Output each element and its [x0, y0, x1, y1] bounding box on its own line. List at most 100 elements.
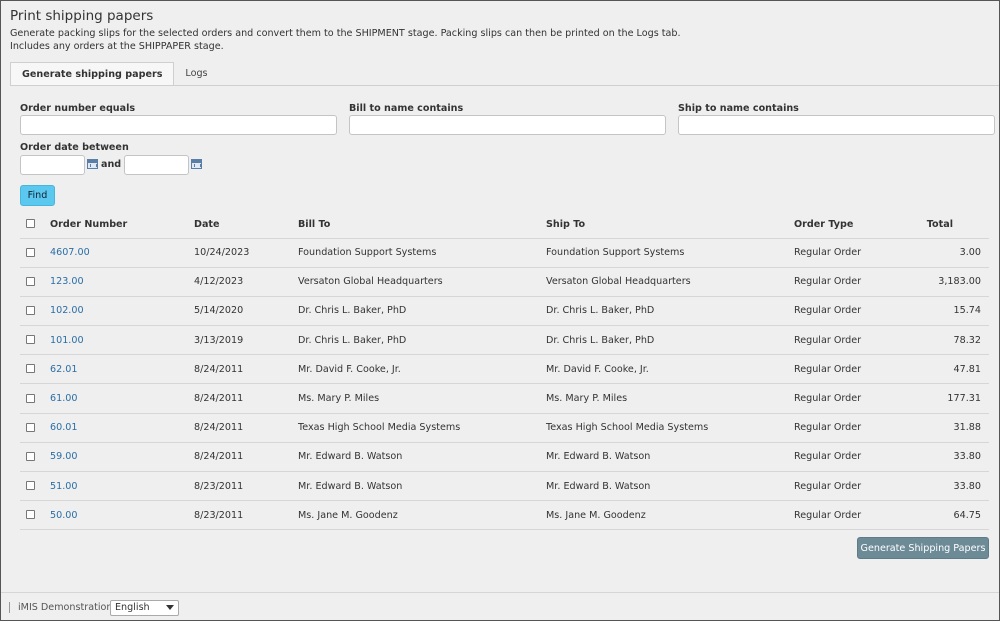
ship-to-name: Ms. Jane M. Goodenz — [546, 500, 794, 531]
row-checkbox[interactable] — [26, 305, 35, 315]
order-date-label: Order date between — [20, 142, 129, 153]
page-description: Generate packing slips for the selected … — [10, 27, 710, 53]
order-type: Regular Order — [794, 325, 924, 355]
bill-to-input[interactable] — [349, 115, 666, 135]
bill-to-name: Mr. Edward B. Watson — [298, 470, 546, 501]
bill-to-name: Dr. Chris L. Baker, PhD — [298, 295, 546, 326]
column-header[interactable]: Total — [924, 211, 989, 238]
row-checkbox[interactable] — [26, 422, 35, 432]
bill-to-name: Ms. Jane M. Goodenz — [298, 500, 546, 531]
order-number-link[interactable]: 4607.00 — [50, 247, 90, 258]
date-and-label: and — [101, 159, 122, 170]
column-header[interactable]: Bill To — [298, 211, 546, 238]
language-select[interactable]: English — [110, 600, 179, 616]
order-date: 3/13/2019 — [194, 325, 298, 355]
bill-to-label: Bill to name contains — [349, 103, 464, 114]
column-header[interactable]: Order Type — [794, 211, 924, 238]
order-number-link[interactable]: 60.01 — [50, 422, 77, 433]
order-date: 8/23/2011 — [194, 500, 298, 531]
ship-to-name: Mr. David F. Cooke, Jr. — [546, 354, 794, 384]
column-header[interactable]: Ship To — [546, 211, 794, 238]
find-button[interactable]: Find — [20, 185, 55, 206]
order-total: 33.80 — [924, 441, 989, 472]
tab-bar: Generate shipping papers Logs — [10, 62, 219, 86]
order-number-input[interactable] — [20, 115, 337, 135]
order-number-link[interactable]: 102.00 — [50, 305, 84, 316]
order-total: 31.88 — [924, 412, 989, 443]
bill-to-name: Texas High School Media Systems — [298, 412, 546, 443]
order-number-link[interactable]: 123.00 — [50, 276, 84, 287]
bill-to-name: Ms. Mary P. Miles — [298, 383, 546, 414]
column-header[interactable]: Date — [194, 211, 298, 238]
generate-shipping-papers-button[interactable]: Generate Shipping Papers — [857, 537, 989, 559]
date-to-input[interactable] — [124, 155, 189, 175]
row-checkbox[interactable] — [26, 393, 35, 403]
tab-generate-shipping-papers[interactable]: Generate shipping papers — [10, 62, 175, 86]
row-checkbox[interactable] — [26, 364, 35, 374]
table-row: 50.00 8/23/2011 Ms. Jane M. Goodenz Ms. … — [20, 500, 989, 531]
order-number-link[interactable]: 59.00 — [50, 451, 77, 462]
bill-to-name: Dr. Chris L. Baker, PhD — [298, 325, 546, 355]
row-checkbox[interactable] — [26, 481, 35, 491]
calendar-icon[interactable] — [191, 159, 202, 169]
row-checkbox[interactable] — [26, 335, 35, 345]
table-header-row: Order Number Date Bill To Ship To Order … — [20, 211, 989, 238]
order-type: Regular Order — [794, 295, 924, 326]
chevron-down-icon — [166, 605, 174, 610]
order-date: 4/12/2023 — [194, 266, 298, 297]
order-total: 64.75 — [924, 500, 989, 531]
table-row: 59.00 8/24/2011 Mr. Edward B. Watson Mr.… — [20, 441, 989, 472]
tab-logs[interactable]: Logs — [174, 62, 218, 86]
order-total: 78.32 — [924, 325, 989, 355]
order-type: Regular Order — [794, 412, 924, 443]
row-checkbox[interactable] — [26, 510, 35, 520]
calendar-icon[interactable] — [87, 159, 98, 169]
order-date: 5/14/2020 — [194, 295, 298, 326]
order-type: Regular Order — [794, 237, 924, 268]
table-row: 60.01 8/24/2011 Texas High School Media … — [20, 412, 989, 443]
column-header[interactable]: Order Number — [50, 211, 194, 238]
order-number-label: Order number equals — [20, 103, 136, 114]
order-number-link[interactable]: 61.00 — [50, 393, 77, 404]
date-from-input[interactable] — [20, 155, 85, 175]
row-checkbox[interactable] — [26, 247, 35, 257]
ship-to-name: Dr. Chris L. Baker, PhD — [546, 325, 794, 355]
footer-divider — [1, 592, 999, 593]
order-number-link[interactable]: 50.00 — [50, 510, 77, 521]
row-checkbox[interactable] — [26, 451, 35, 461]
select-all-checkbox[interactable] — [26, 219, 35, 229]
order-type: Regular Order — [794, 441, 924, 472]
table-row: 51.00 8/23/2011 Mr. Edward B. Watson Mr.… — [20, 470, 989, 501]
order-type: Regular Order — [794, 266, 924, 297]
ship-to-input[interactable] — [678, 115, 995, 135]
order-number-link[interactable]: 101.00 — [50, 335, 84, 346]
order-total: 3,183.00 — [924, 266, 989, 297]
table-row: 4607.00 10/24/2023 Foundation Support Sy… — [20, 237, 989, 268]
order-date: 10/24/2023 — [194, 237, 298, 268]
ship-to-name: Foundation Support Systems — [546, 237, 794, 268]
page-frame: Print shipping papers Generate packing s… — [0, 0, 1000, 621]
ship-to-name: Versaton Global Headquarters — [546, 266, 794, 297]
order-number-link[interactable]: 51.00 — [50, 481, 77, 492]
order-date: 8/24/2011 — [194, 354, 298, 384]
order-total: 33.80 — [924, 470, 989, 501]
tab-divider — [10, 85, 999, 86]
order-date: 8/24/2011 — [194, 441, 298, 472]
order-total: 47.81 — [924, 354, 989, 384]
order-date: 8/24/2011 — [194, 383, 298, 414]
description-line: Generate packing slips for the selected … — [10, 28, 681, 39]
order-number-link[interactable]: 62.01 — [50, 364, 77, 375]
order-total: 177.31 — [924, 383, 989, 414]
footer-site-name: iMIS Demonstration — [18, 602, 113, 613]
ship-to-name: Ms. Mary P. Miles — [546, 383, 794, 414]
page-title: Print shipping papers — [10, 8, 154, 24]
order-date: 8/24/2011 — [194, 412, 298, 443]
bill-to-name: Foundation Support Systems — [298, 237, 546, 268]
row-checkbox[interactable] — [26, 276, 35, 286]
description-line: Includes any orders at the SHIPPAPER sta… — [10, 41, 224, 52]
table-row: 61.00 8/24/2011 Ms. Mary P. Miles Ms. Ma… — [20, 383, 989, 414]
ship-to-name: Texas High School Media Systems — [546, 412, 794, 443]
order-date: 8/23/2011 — [194, 470, 298, 501]
order-type: Regular Order — [794, 354, 924, 384]
bill-to-name: Versaton Global Headquarters — [298, 266, 546, 297]
